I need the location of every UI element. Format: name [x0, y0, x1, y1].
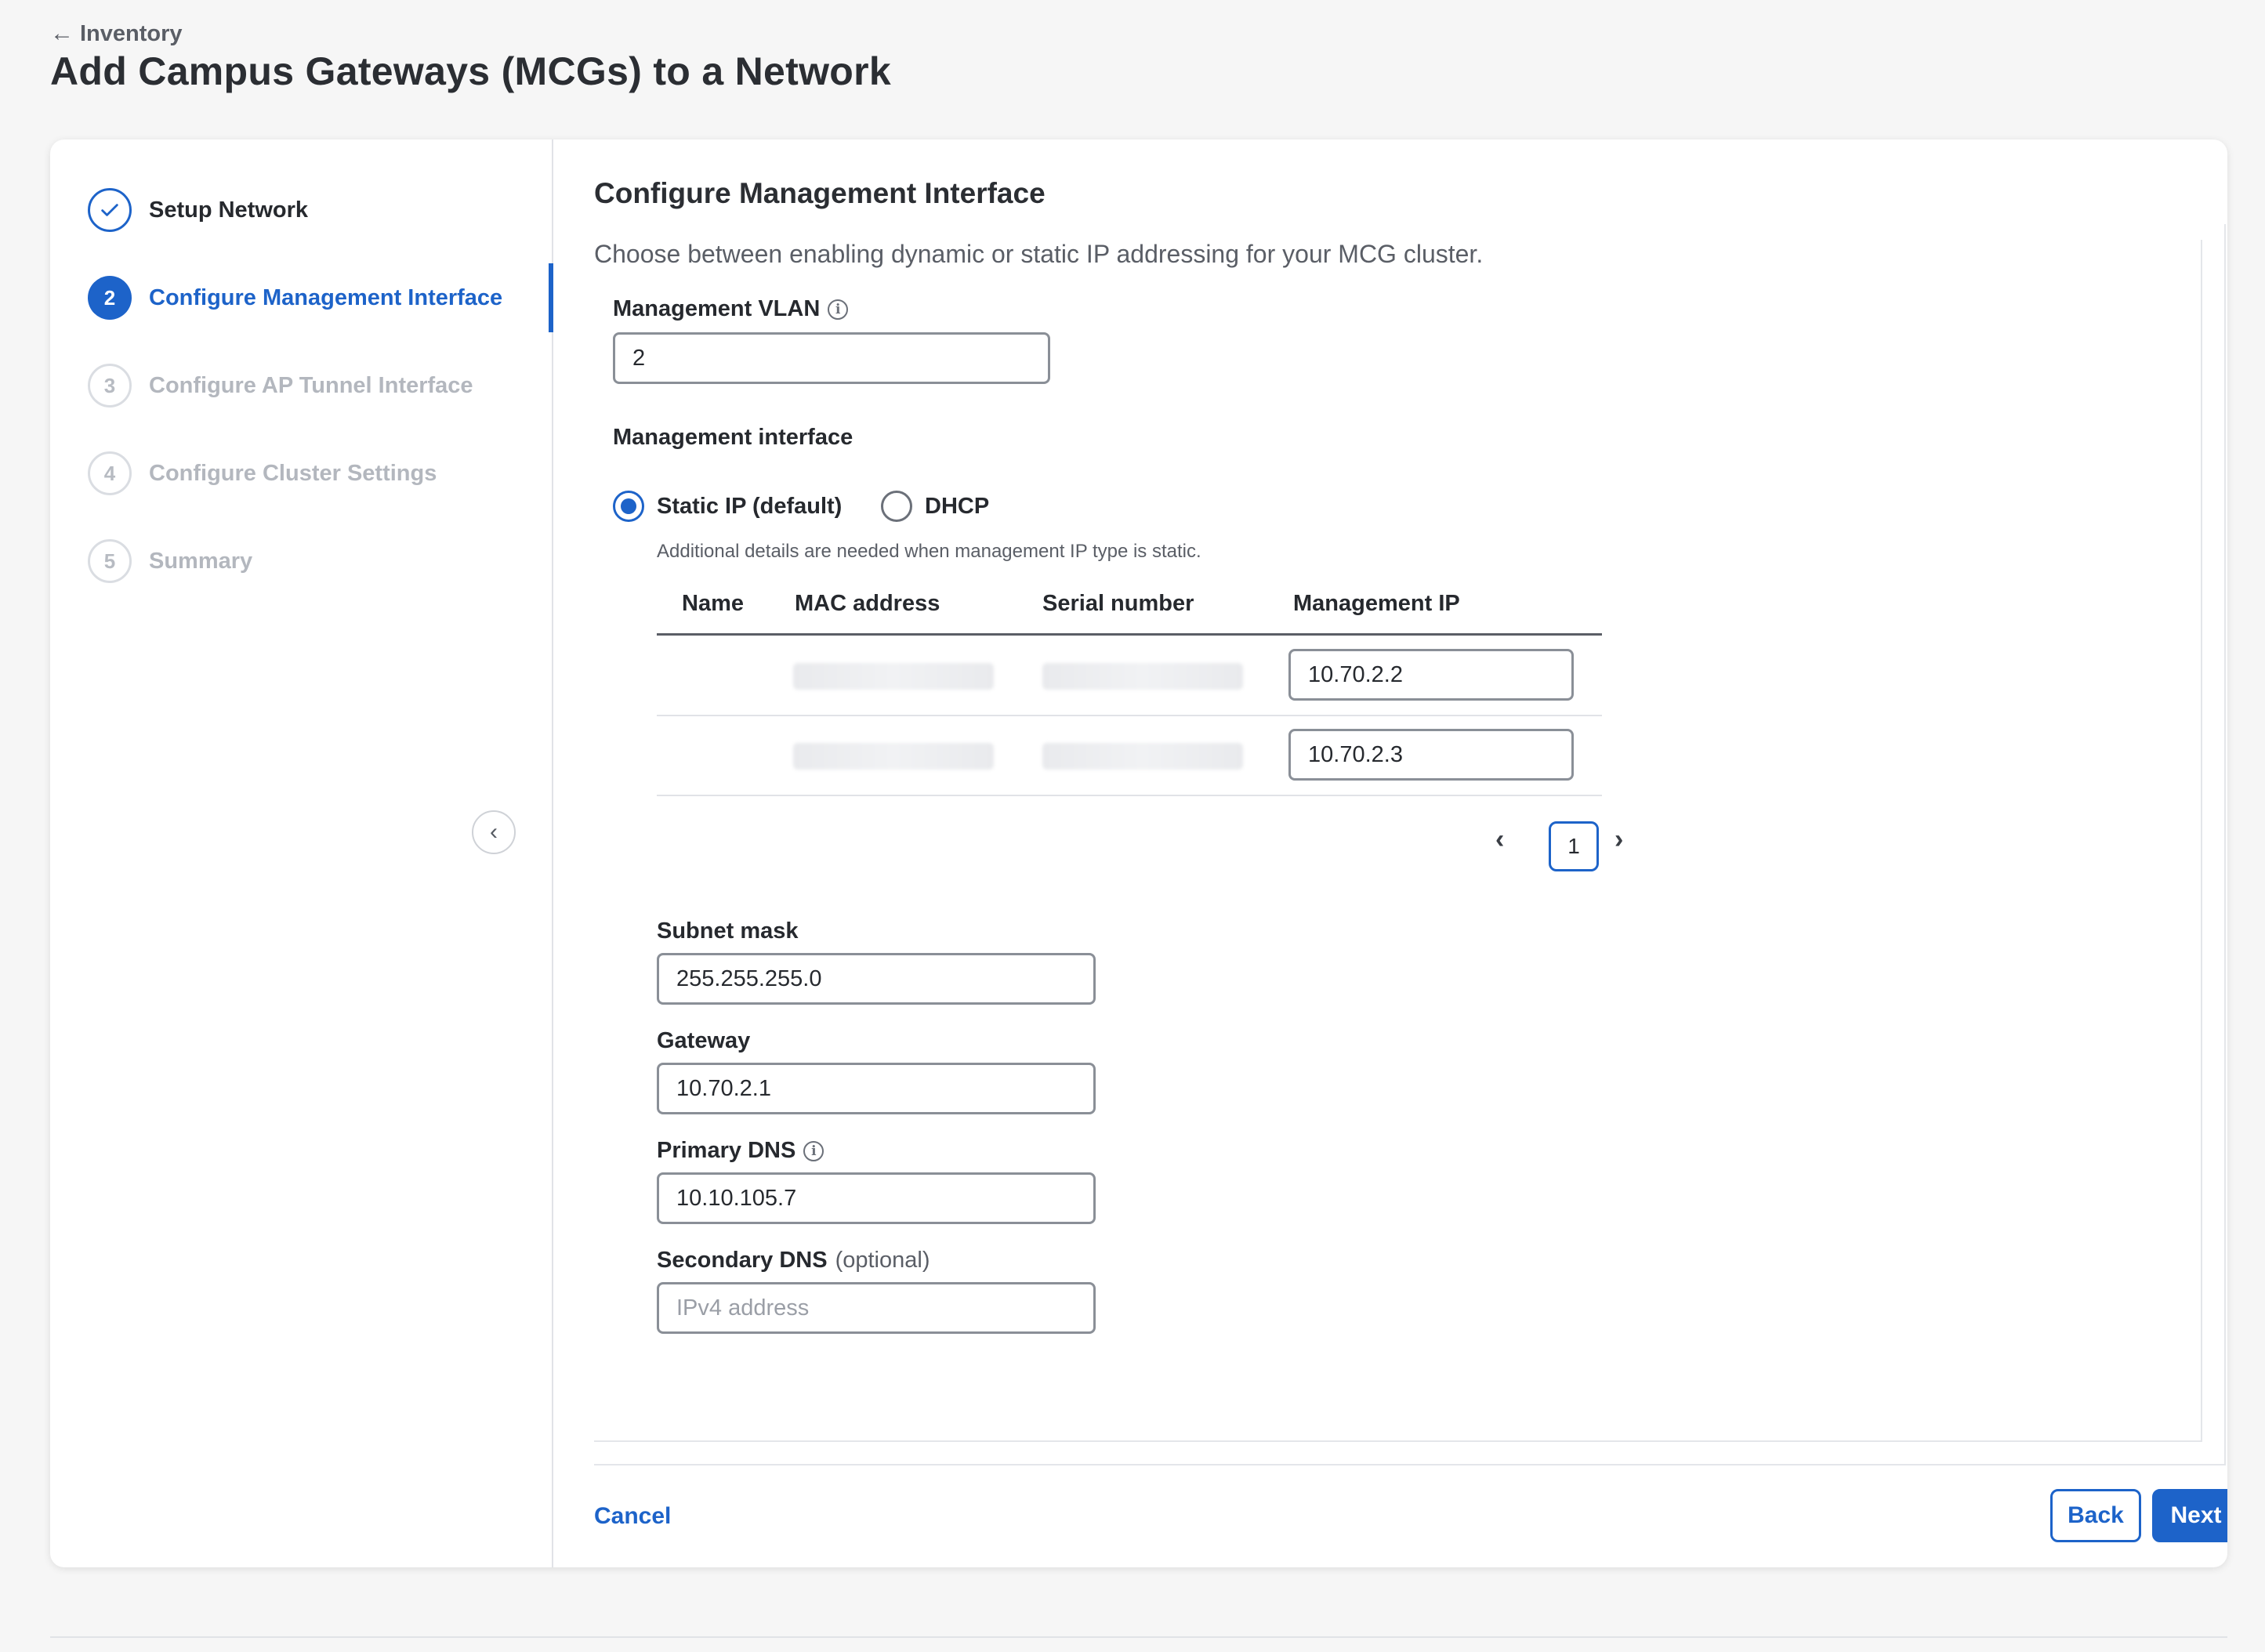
table-bottom-divider: [657, 795, 1602, 796]
step-configure-ap-tunnel-interface: 3 Configure AP Tunnel Interface: [88, 364, 473, 408]
page-number-button[interactable]: 1: [1549, 821, 1599, 871]
step-number: 5: [88, 539, 132, 583]
static-ip-hint: Additional details are needed when manag…: [657, 541, 1201, 562]
secondary-dns-label-text: Secondary DNS: [657, 1248, 828, 1273]
radio-dhcp[interactable]: DHCP: [881, 491, 989, 522]
management-interface-label: Management interface: [613, 425, 853, 450]
gateway-label: Gateway: [657, 1028, 751, 1053]
chevron-left-icon[interactable]: ‹: [1495, 824, 1504, 855]
primary-dns-label: Primary DNS i: [657, 1138, 824, 1164]
collapse-sidebar-button[interactable]: ‹: [472, 810, 516, 854]
secondary-dns-input[interactable]: IPv4 address: [657, 1282, 1096, 1334]
step-configure-cluster-settings: 4 Configure Cluster Settings: [88, 451, 437, 495]
back-button[interactable]: Back: [2050, 1489, 2141, 1542]
step-configure-management-interface[interactable]: 2 Configure Management Interface: [88, 276, 502, 320]
step-label: Configure Cluster Settings: [149, 460, 437, 486]
step-setup-network[interactable]: Setup Network: [88, 188, 308, 232]
step-label: Summary: [149, 548, 253, 574]
wizard-steps-sidebar: Setup Network 2 Configure Management Int…: [50, 139, 553, 1567]
step-label: Configure Management Interface: [149, 284, 503, 310]
step-label: Setup Network: [149, 197, 309, 223]
primary-dns-label-text: Primary DNS: [657, 1138, 796, 1163]
primary-dns-input[interactable]: 10.10.105.7: [657, 1172, 1096, 1224]
gateway-input[interactable]: 10.70.2.1: [657, 1063, 1096, 1114]
info-icon[interactable]: i: [828, 299, 849, 320]
chevron-left-icon: ‹: [490, 819, 498, 845]
wizard-card: Setup Network 2 Configure Management Int…: [50, 139, 2227, 1567]
optional-tag: (optional): [835, 1248, 930, 1273]
breadcrumb-label: Inventory: [80, 20, 183, 46]
subnet-mask-label: Subnet mask: [657, 918, 799, 944]
table-header-divider: [657, 633, 1602, 636]
step-content: Configure Management Interface Choose be…: [555, 139, 2227, 1567]
mac-value-redacted: [793, 743, 994, 770]
radio-static-ip[interactable]: Static IP (default): [613, 491, 842, 522]
section-title: Configure Management Interface: [594, 177, 1046, 209]
cancel-button[interactable]: Cancel: [594, 1503, 671, 1530]
serial-value-redacted: [1042, 743, 1243, 770]
step-summary: 5 Summary: [88, 539, 252, 583]
radio-label: DHCP: [925, 493, 990, 519]
section-description: Choose between enabling dynamic or stati…: [594, 240, 1484, 268]
column-header-serial: Serial number: [1042, 591, 1194, 616]
active-step-indicator: [549, 263, 553, 332]
secondary-dns-label: Secondary DNS (optional): [657, 1248, 930, 1273]
radio-unselected-icon: [881, 491, 912, 522]
column-header-management-ip: Management IP: [1293, 591, 1460, 616]
next-button[interactable]: Next: [2152, 1489, 2227, 1542]
management-vlan-input[interactable]: 2: [613, 332, 1050, 384]
step-number: 2: [88, 276, 132, 320]
management-ip-input[interactable]: 10.70.2.3: [1288, 729, 1574, 781]
scroll-area-border: [2224, 224, 2226, 1465]
step-number: 3: [88, 364, 132, 408]
management-vlan-label-text: Management VLAN: [613, 296, 821, 321]
radio-selected-icon: [613, 491, 644, 522]
column-header-name: Name: [682, 591, 744, 616]
chevron-right-icon[interactable]: ›: [1614, 824, 1623, 855]
step-number: 4: [88, 451, 132, 495]
serial-value-redacted: [1042, 663, 1243, 690]
column-header-mac: MAC address: [795, 591, 940, 616]
management-ip-input[interactable]: 10.70.2.2: [1288, 649, 1574, 701]
subnet-mask-input[interactable]: 255.255.255.0: [657, 953, 1096, 1005]
page-divider: [50, 1636, 2227, 1638]
scroll-area: Choose between enabling dynamic or stati…: [594, 224, 2226, 1465]
check-icon: [88, 188, 132, 232]
radio-label: Static IP (default): [657, 493, 843, 519]
management-vlan-label: Management VLAN i: [613, 296, 849, 322]
row-divider: [657, 715, 1602, 716]
arrow-left-icon: ←: [50, 20, 74, 46]
info-icon[interactable]: i: [803, 1140, 824, 1161]
scroll-area-border-bottom: [594, 1464, 2226, 1465]
breadcrumb-back-link[interactable]: ← Inventory: [50, 20, 183, 47]
step-label: Configure AP Tunnel Interface: [149, 372, 473, 398]
mac-value-redacted: [793, 663, 994, 690]
page-title: Add Campus Gateways (MCGs) to a Network: [50, 49, 892, 93]
